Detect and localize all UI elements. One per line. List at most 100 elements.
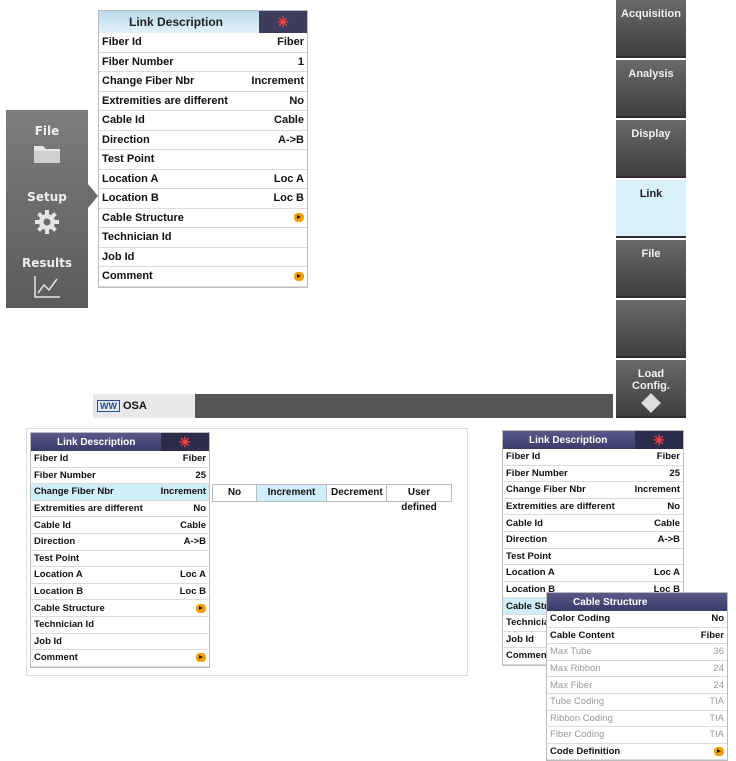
table-row[interactable]: Location B Loc B	[99, 189, 307, 209]
table-row[interactable]: Cable Content Fiber	[547, 628, 727, 645]
table-row[interactable]: Extremities are different No	[99, 92, 307, 111]
table-row[interactable]: Fiber Id Fiber	[99, 33, 307, 53]
table-row[interactable]: Cable Structure	[31, 600, 209, 617]
row-label: Direction	[34, 536, 76, 548]
row-value: No	[193, 503, 206, 515]
row-label: Comment	[102, 270, 153, 283]
row-value: Fiber	[182, 453, 206, 465]
table-row[interactable]: Fiber Coding TIA	[547, 727, 727, 744]
submenu-arrow-icon[interactable]	[196, 603, 206, 613]
row-value: Cable	[180, 519, 206, 531]
menu-display-label: Display	[631, 128, 671, 140]
menu-file-label: File	[641, 248, 661, 260]
table-row[interactable]: Cable Id Cable	[99, 111, 307, 131]
table-row[interactable]: Change Fiber Nbr Increment	[503, 482, 683, 499]
table-row[interactable]: Fiber Id Fiber	[31, 451, 209, 468]
nav-file-label: File	[34, 124, 60, 138]
table-row[interactable]: Fiber Id Fiber	[503, 449, 683, 466]
submenu-arrow-icon[interactable]	[294, 271, 304, 281]
menu-file-button[interactable]: File	[616, 240, 686, 298]
row-value: Fiber	[700, 629, 724, 641]
row-label: Change Fiber Nbr	[506, 484, 586, 496]
table-row[interactable]: Ribbon Coding TIA	[547, 711, 727, 728]
table-row[interactable]: Max Ribbon 24	[547, 661, 727, 678]
mode-label: OSA	[123, 400, 147, 412]
nav-file-button[interactable]: File	[6, 114, 88, 176]
menu-display-button[interactable]: Display	[616, 120, 686, 178]
table-row[interactable]: Cable Id Cable	[31, 517, 209, 534]
option-item[interactable]: User defined	[387, 485, 451, 513]
row-value: Fiber	[656, 451, 680, 463]
table-row[interactable]: Comment	[31, 650, 209, 667]
table-header-2: Link Description ✳	[31, 433, 209, 451]
table-row[interactable]: Test Point	[99, 150, 307, 170]
option-item[interactable]: Increment	[257, 485, 327, 501]
table-row[interactable]: Color Coding No	[547, 611, 727, 628]
row-label: Cable Id	[506, 517, 543, 529]
table-row[interactable]: Location A Loc A	[503, 565, 683, 582]
table-row[interactable]: Fiber Number 1	[99, 53, 307, 72]
table-row[interactable]: Job Id	[31, 634, 209, 651]
table-row[interactable]: Cable Id Cable	[503, 515, 683, 532]
row-value: TIA	[709, 729, 724, 741]
table-row[interactable]: Location B Loc B	[31, 584, 209, 601]
row-label: Extremities are different	[506, 501, 615, 513]
menu-empty-button[interactable]	[616, 300, 686, 358]
table-title-3: Link Description	[529, 434, 608, 446]
row-label: Extremities are different	[102, 94, 228, 107]
table-row[interactable]: Tube Coding TIA	[547, 694, 727, 711]
mode-indicator[interactable]: WW OSA	[93, 394, 195, 418]
nav-results-button[interactable]: Results	[6, 246, 88, 308]
table-row[interactable]: Test Point	[503, 549, 683, 566]
table-row[interactable]: Max Tube 36	[547, 644, 727, 661]
row-value: TIA	[709, 712, 724, 724]
table-row[interactable]: Direction A->B	[99, 131, 307, 150]
row-label: Job Id	[506, 633, 534, 645]
table-row[interactable]: Change Fiber Nbr Increment	[31, 484, 209, 501]
table-row[interactable]: Comment	[99, 267, 307, 287]
menu-link-button[interactable]: Link	[616, 180, 686, 238]
table-row[interactable]: Cable Structure	[99, 209, 307, 228]
table-row[interactable]: Direction A->B	[503, 532, 683, 549]
cable-structure-title: Cable Structure	[573, 596, 648, 608]
table-row[interactable]: Fiber Number 25	[503, 466, 683, 483]
option-item[interactable]: Decrement	[327, 485, 387, 501]
row-value: A->B	[657, 534, 680, 546]
menu-load-config-button[interactable]: Load Config.	[616, 360, 686, 418]
table-row[interactable]: Direction A->B	[31, 534, 209, 551]
row-label: Job Id	[102, 250, 135, 263]
row-value: Loc B	[179, 586, 206, 598]
row-value: Cable	[654, 517, 680, 529]
row-label: Color Coding	[550, 613, 611, 625]
table-row[interactable]: Location A Loc A	[31, 567, 209, 584]
table-row[interactable]: Job Id	[99, 248, 307, 267]
row-value: 36	[713, 646, 724, 658]
option-item[interactable]: No	[213, 485, 257, 501]
menu-acquisition-button[interactable]: Acquisition	[616, 0, 686, 58]
table-row[interactable]: Change Fiber Nbr Increment	[99, 72, 307, 92]
table-row[interactable]: Technician Id	[99, 228, 307, 248]
table-row[interactable]: Extremities are different No	[503, 499, 683, 516]
submenu-arrow-icon[interactable]	[196, 653, 206, 663]
table-row[interactable]: Technician Id	[31, 617, 209, 634]
table-row[interactable]: Location A Loc A	[99, 170, 307, 189]
table-row[interactable]: Max Fiber 24	[547, 677, 727, 694]
row-label: Fiber Id	[506, 451, 541, 463]
row-label: Change Fiber Nbr	[34, 486, 114, 498]
table-row[interactable]: Fiber Number 25	[31, 468, 209, 485]
row-value: 24	[713, 663, 724, 675]
row-value: 25	[669, 467, 680, 479]
table-row[interactable]: Extremities are different No	[31, 501, 209, 518]
row-label: Job Id	[34, 635, 62, 647]
table-row[interactable]: Test Point	[31, 551, 209, 568]
link-description-table: Link Description ✳ Fiber Id Fiber Fiber Nu…	[98, 10, 308, 288]
submenu-arrow-icon[interactable]	[294, 213, 304, 223]
row-label: Change Fiber Nbr	[102, 75, 195, 88]
submenu-arrow-icon[interactable]	[714, 747, 724, 757]
row-label: Max Ribbon	[550, 663, 601, 675]
menu-link-label: Link	[639, 188, 663, 200]
row-value: Fiber	[277, 36, 304, 49]
nav-setup-button[interactable]: Setup	[6, 180, 88, 242]
row-value: Loc B	[273, 192, 304, 205]
menu-analysis-button[interactable]: Analysis	[616, 60, 686, 118]
